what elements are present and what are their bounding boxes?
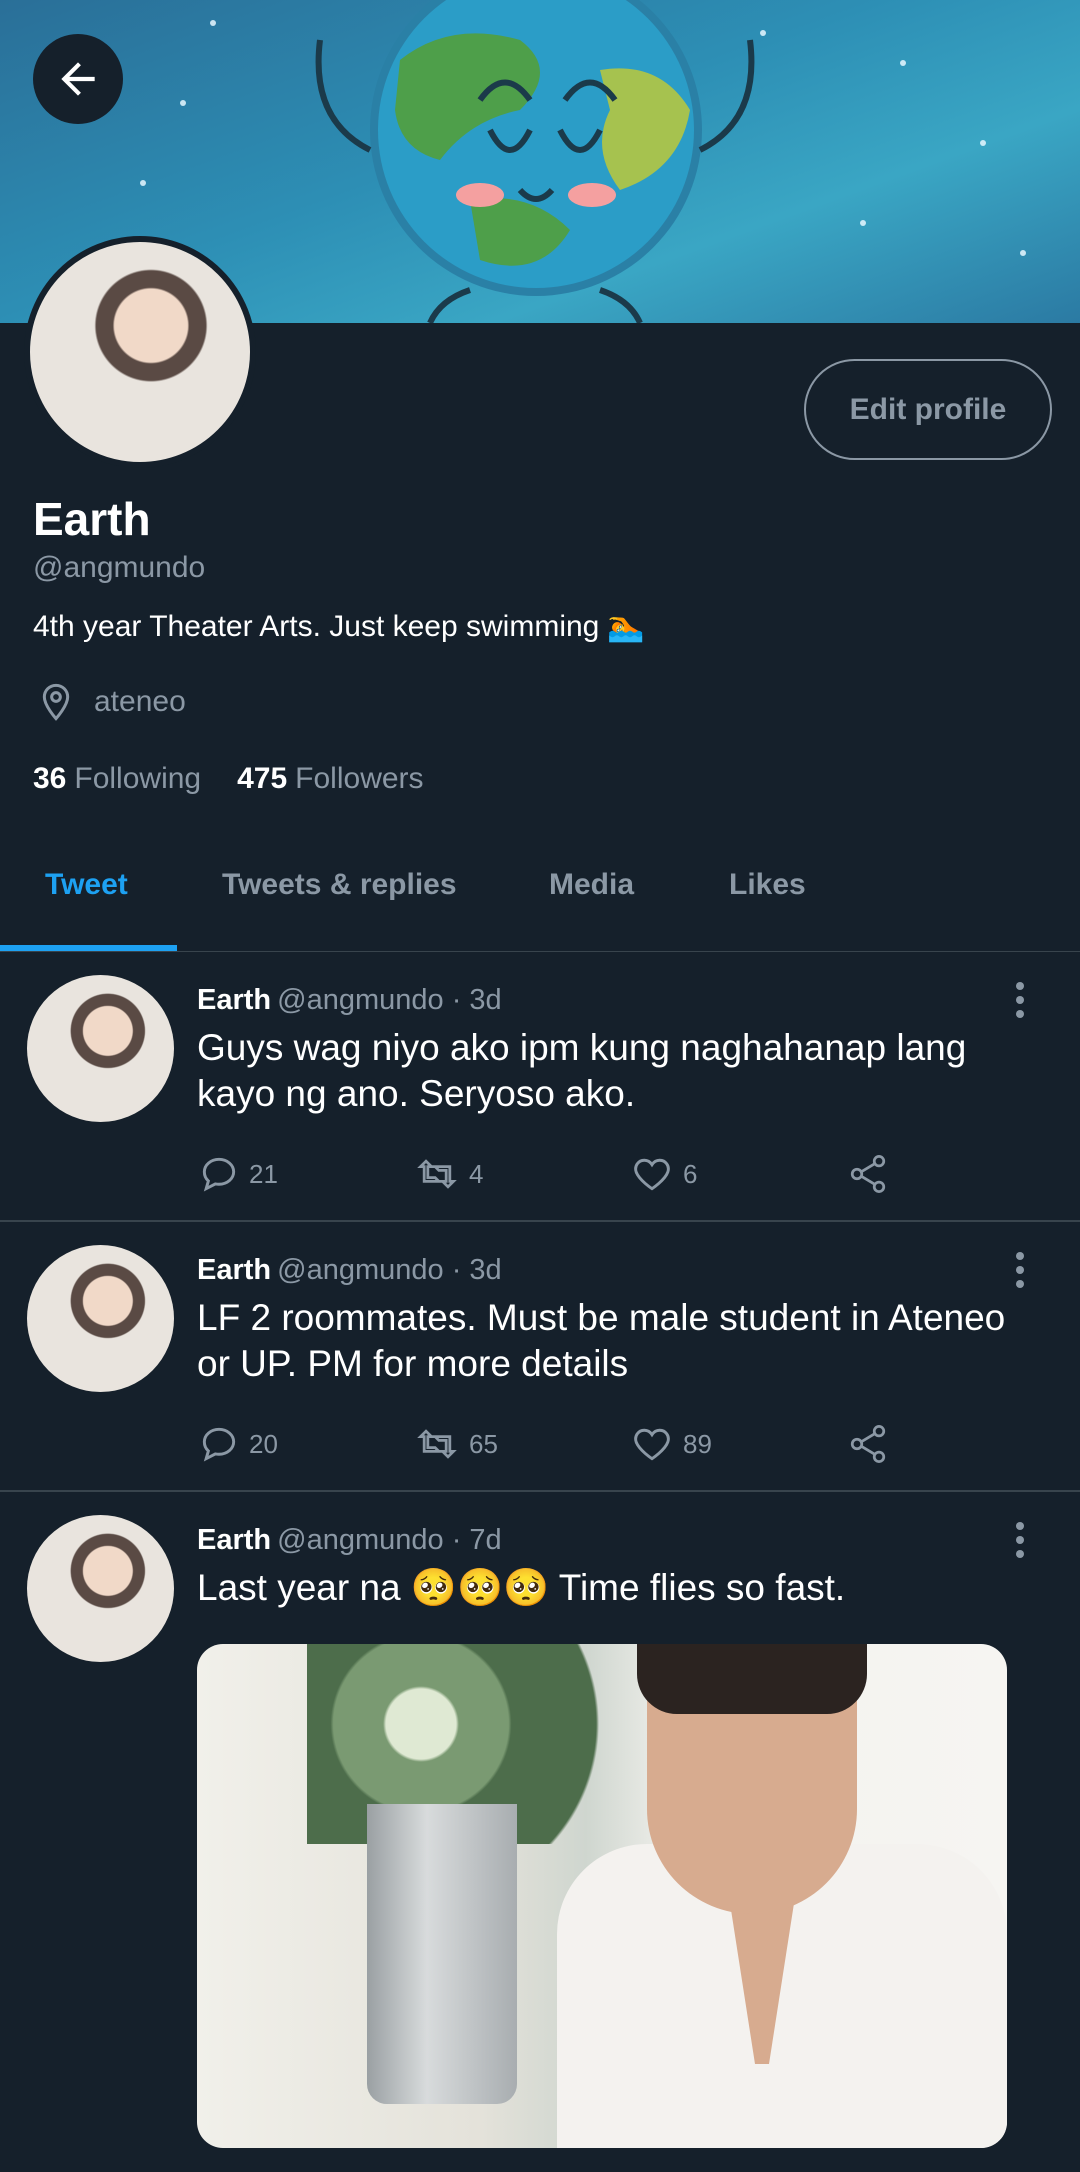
tweet-header: Earth @angmundo · 3d xyxy=(197,984,502,1017)
tab-likes[interactable]: Likes xyxy=(729,868,806,902)
like-count: 89 xyxy=(683,1428,712,1459)
retweet-icon xyxy=(417,1159,457,1189)
more-options-icon[interactable] xyxy=(1010,982,1030,1022)
more-options-icon[interactable] xyxy=(1010,1252,1030,1292)
tweet-avatar[interactable] xyxy=(27,975,174,1122)
share-button[interactable] xyxy=(845,1422,1061,1466)
retweet-icon xyxy=(417,1429,457,1459)
edit-profile-button[interactable]: Edit profile xyxy=(804,359,1052,460)
followers-link[interactable]: 475 Followers xyxy=(237,762,423,796)
more-options-icon[interactable] xyxy=(1010,1522,1030,1562)
back-button[interactable] xyxy=(33,34,123,124)
followers-label: Followers xyxy=(295,762,424,795)
following-label: Following xyxy=(74,762,202,795)
reply-count: 21 xyxy=(249,1158,278,1189)
location-text: ateneo xyxy=(94,685,186,718)
tweet-avatar[interactable] xyxy=(27,1245,174,1392)
tweet-text: Guys wag niyo ako ipm kung naghahanap la… xyxy=(197,1027,967,1114)
reply-count: 20 xyxy=(249,1428,278,1459)
like-button[interactable]: 89 xyxy=(629,1422,845,1466)
profile-location: ateneo xyxy=(36,682,186,722)
share-button[interactable] xyxy=(845,1152,1061,1196)
retweet-button[interactable]: 4 xyxy=(413,1152,629,1196)
tweet-text: Last year na 🥺🥺🥺 Time flies so fast. xyxy=(197,1567,846,1608)
retweet-count: 65 xyxy=(469,1428,498,1459)
retweet-count: 4 xyxy=(469,1158,484,1189)
followers-count: 475 xyxy=(237,762,288,795)
tweet-avatar[interactable] xyxy=(27,1515,174,1662)
profile-avatar[interactable] xyxy=(24,236,256,468)
tweet-item[interactable]: Earth @angmundo · 3d LF 2 roommates. Must… xyxy=(0,1222,1080,1492)
follow-counts: 36 Following 475 Followers xyxy=(33,762,424,796)
reply-icon xyxy=(202,1157,236,1192)
smiling-person xyxy=(557,1644,1007,2148)
profile-tabs: Tweet Tweets & replies Media Likes xyxy=(0,840,1080,952)
tab-tweets[interactable]: Tweet xyxy=(45,868,128,902)
retweet-button[interactable]: 65 xyxy=(413,1422,629,1466)
like-button[interactable]: 6 xyxy=(629,1152,845,1196)
tweet-handle-time: @angmundo · 3d xyxy=(277,1254,502,1286)
tweet-header: Earth @angmundo · 3d xyxy=(197,1254,502,1287)
tweet-author: Earth xyxy=(197,984,272,1016)
tweet-author: Earth xyxy=(197,1254,272,1286)
reply-icon xyxy=(202,1427,236,1462)
following-count: 36 xyxy=(33,762,67,795)
share-icon xyxy=(850,1425,886,1463)
tweet-handle-time: @angmundo · 3d xyxy=(277,984,502,1016)
tab-media[interactable]: Media xyxy=(549,868,634,902)
tweet-photo[interactable] xyxy=(197,1644,1007,2148)
profile-bio: 4th year Theater Arts. Just keep swimmin… xyxy=(33,609,645,644)
profile-page: Edit profile Earth @angmundo 4th year Th… xyxy=(0,0,1080,2172)
heart-icon xyxy=(634,1158,670,1191)
arrow-left-icon xyxy=(61,62,95,96)
tweet-text: LF 2 roommates. Must be male student in … xyxy=(197,1297,1006,1384)
tab-tweets-replies[interactable]: Tweets & replies xyxy=(222,868,457,902)
reply-button[interactable]: 20 xyxy=(197,1422,413,1466)
bio-text: 4th year Theater Arts. Just keep swimmin… xyxy=(33,609,600,643)
tweet-author: Earth xyxy=(197,1524,272,1556)
reply-button[interactable]: 21 xyxy=(197,1152,413,1196)
tweet-handle-time: @angmundo · 7d xyxy=(277,1524,502,1556)
following-link[interactable]: 36 Following xyxy=(33,762,201,796)
profile-handle: @angmundo xyxy=(33,551,206,584)
active-tab-indicator xyxy=(0,945,177,951)
location-pin-icon xyxy=(42,683,70,721)
heart-icon xyxy=(634,1428,670,1461)
swimmer-emoji: 🏊 xyxy=(607,610,645,643)
tweet-actions: 20 65 89 xyxy=(197,1422,1061,1466)
share-icon xyxy=(850,1155,886,1193)
tweet-item[interactable]: Earth @angmundo · 3d Guys wag niyo ako ip… xyxy=(0,952,1080,1222)
like-count: 6 xyxy=(683,1158,698,1189)
profile-name: Earth xyxy=(33,493,151,545)
tweet-actions: 21 4 6 xyxy=(197,1152,1061,1196)
tweet-header: Earth @angmundo · 7d xyxy=(197,1524,502,1557)
metal-bucket xyxy=(367,1804,517,2104)
